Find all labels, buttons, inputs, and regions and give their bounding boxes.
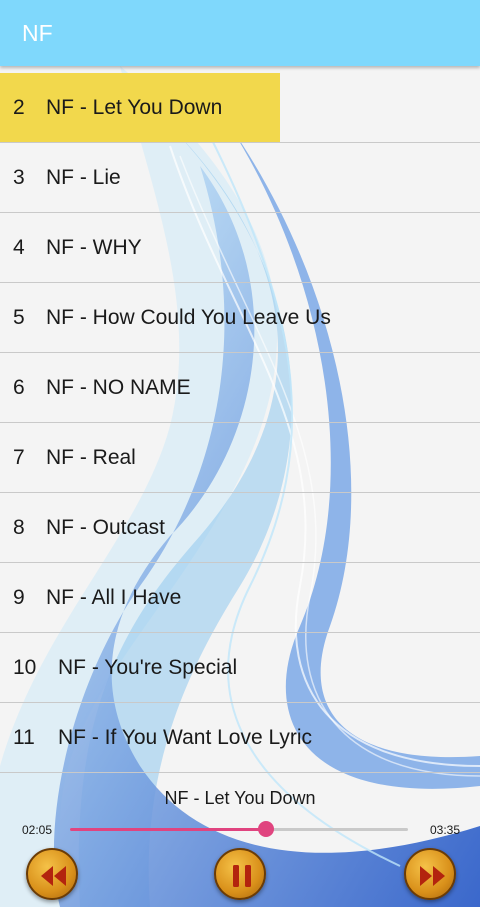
list-item[interactable]: 5 NF - How Could You Leave Us — [0, 283, 480, 353]
list-item[interactable]: 7 NF - Real — [0, 423, 480, 493]
track-number: 8 — [13, 515, 25, 539]
list-item[interactable]: 9 NF - All I Have — [0, 563, 480, 633]
seek-bar[interactable] — [70, 821, 408, 837]
track-title: NF - Let You Down — [46, 95, 223, 119]
list-item[interactable]: 8 NF - Outcast — [0, 493, 480, 563]
player-bar: NF - Let You Down 02:05 03:35 — [0, 780, 480, 907]
track-number: 6 — [13, 375, 25, 399]
track-number: 5 — [13, 305, 25, 329]
track-title: NF - You're Special — [58, 655, 238, 679]
app-bar: NF — [0, 0, 480, 66]
track-title: NF - Real — [46, 445, 136, 469]
list-item[interactable]: 2 NF - Let You Down — [0, 73, 480, 143]
track-number: 7 — [13, 445, 25, 469]
now-playing-title: NF - Let You Down — [164, 788, 316, 808]
pause-button[interactable] — [214, 848, 266, 900]
track-title: NF - Lie — [46, 165, 121, 189]
seek-progress — [70, 828, 267, 831]
playlist: 2 NF - Let You Down 3 NF - Lie 4 NF - WH… — [0, 73, 480, 773]
app-title: NF — [22, 20, 53, 46]
list-item[interactable]: 6 NF - NO NAME — [0, 353, 480, 423]
seek-thumb[interactable] — [258, 821, 275, 837]
list-item[interactable]: 11 NF - If You Want Love Lyric — [0, 703, 480, 773]
track-title: NF - NO NAME — [46, 375, 191, 399]
current-time: 02:05 — [22, 823, 53, 837]
list-item[interactable]: 10 NF - You're Special — [0, 633, 480, 703]
track-title: NF - Outcast — [46, 515, 166, 539]
list-item[interactable]: 4 NF - WHY — [0, 213, 480, 283]
duration: 03:35 — [429, 823, 460, 837]
previous-button[interactable] — [26, 848, 78, 900]
rewind-icon — [41, 866, 66, 886]
track-title: NF - If You Want Love Lyric — [58, 725, 313, 749]
track-title: NF - WHY — [46, 235, 142, 259]
fast-forward-icon — [420, 866, 445, 886]
next-button[interactable] — [404, 848, 456, 900]
track-number: 4 — [13, 235, 25, 259]
pause-icon — [233, 865, 251, 887]
track-number: 11 — [13, 725, 35, 749]
track-title: NF - How Could You Leave Us — [46, 305, 331, 329]
track-number: 9 — [13, 585, 25, 609]
track-number: 2 — [13, 95, 25, 119]
list-item[interactable]: 3 NF - Lie — [0, 143, 480, 213]
track-number: 3 — [13, 165, 25, 189]
track-title: NF - All I Have — [46, 585, 182, 609]
track-number: 10 — [13, 655, 37, 679]
